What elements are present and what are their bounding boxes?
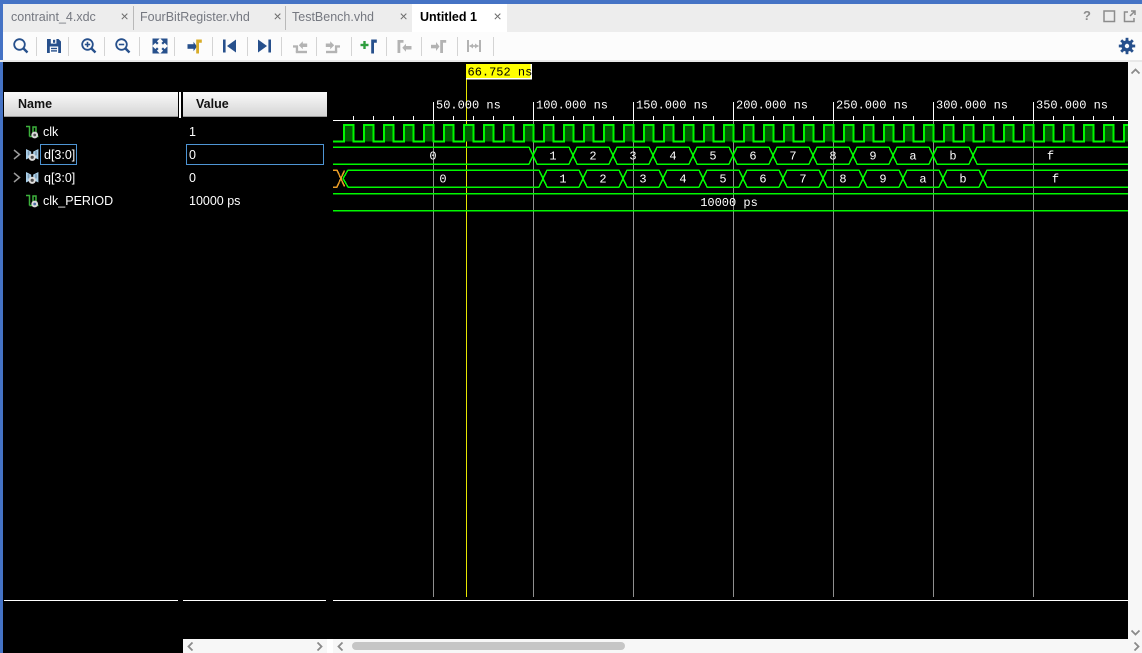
svg-text:10000 ps: 10000 ps <box>700 196 758 210</box>
svg-text:2: 2 <box>589 150 596 164</box>
svg-text:2: 2 <box>599 173 606 187</box>
svg-text:5: 5 <box>719 173 726 187</box>
svg-text:f: f <box>1052 173 1059 187</box>
svg-text:b: b <box>959 173 966 187</box>
svg-text:a: a <box>909 150 916 164</box>
svg-text:300.000 ns: 300.000 ns <box>936 99 1008 113</box>
svg-text:5: 5 <box>709 150 716 164</box>
svg-text:200.000 ns: 200.000 ns <box>736 99 808 113</box>
svg-text:8: 8 <box>839 173 846 187</box>
svg-text:7: 7 <box>789 150 796 164</box>
svg-text:50.000 ns: 50.000 ns <box>436 99 501 113</box>
svg-text:9: 9 <box>869 150 876 164</box>
svg-text:a: a <box>919 173 926 187</box>
svg-text:b: b <box>949 150 956 164</box>
svg-text:6: 6 <box>759 173 766 187</box>
svg-text:1: 1 <box>559 173 566 187</box>
svg-text:100.000 ns: 100.000 ns <box>536 99 608 113</box>
svg-text:3: 3 <box>639 173 646 187</box>
svg-text:7: 7 <box>799 173 806 187</box>
svg-text:9: 9 <box>879 173 886 187</box>
svg-text:4: 4 <box>669 150 676 164</box>
svg-text:6: 6 <box>749 150 756 164</box>
svg-text:250.000 ns: 250.000 ns <box>836 99 908 113</box>
svg-text:4: 4 <box>679 173 686 187</box>
svg-text:0: 0 <box>439 173 446 187</box>
svg-text:0: 0 <box>429 150 436 164</box>
svg-text:8: 8 <box>829 150 836 164</box>
svg-text:66.752 ns: 66.752 ns <box>468 66 533 80</box>
svg-text:350.000 ns: 350.000 ns <box>1036 99 1108 113</box>
svg-text:150.000 ns: 150.000 ns <box>636 99 708 113</box>
svg-text:1: 1 <box>549 150 556 164</box>
svg-text:3: 3 <box>629 150 636 164</box>
svg-text:f: f <box>1047 150 1054 164</box>
